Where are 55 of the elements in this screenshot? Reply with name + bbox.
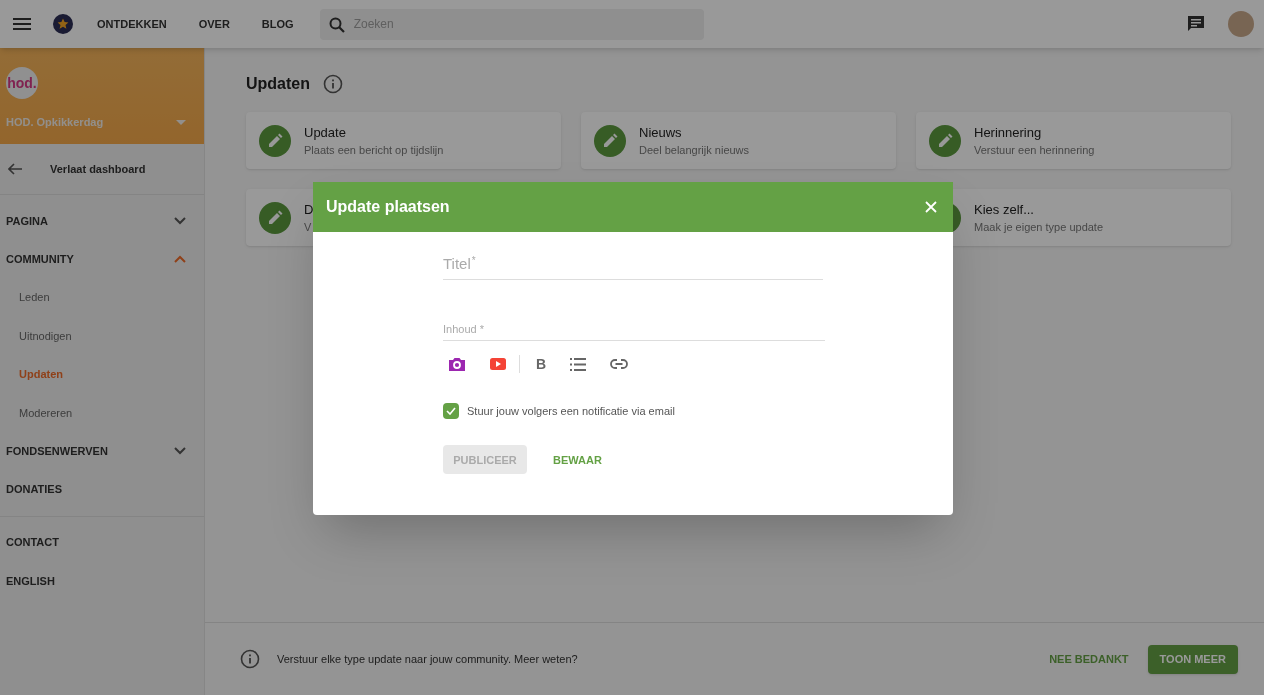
chat-icon[interactable] (1187, 15, 1205, 33)
back-arrow-icon (8, 163, 22, 175)
link-icon[interactable] (610, 359, 629, 369)
update-type-card[interactable]: Update Plaats een bericht op tijdslijn (246, 112, 561, 169)
chevron-down-icon (174, 447, 186, 455)
banner-text: Verstuur elke type update naar jouw community. Meer weten? (277, 651, 578, 667)
sidebar-item[interactable]: Uitnodigen (0, 316, 204, 355)
card-title: Herinnering (974, 123, 1043, 142)
show-more-button[interactable]: TOON MEER (1147, 644, 1238, 674)
sidebar-link[interactable]: ENGLISH (0, 562, 204, 601)
sidebar-section[interactable]: DONATIES (0, 470, 204, 508)
pencil-icon (259, 201, 291, 234)
nav-link[interactable]: ONTDEKKEN (97, 15, 167, 33)
sidebar-section[interactable]: FONDSENWERVEN (0, 432, 204, 470)
info-icon (240, 649, 260, 669)
sidebar-section[interactable]: COMMUNITY (0, 240, 204, 278)
chevron-down-icon (174, 217, 186, 225)
list-icon[interactable] (570, 357, 587, 371)
dialog-title: Update plaatsen (326, 197, 450, 217)
page-title: Updaten (246, 74, 310, 94)
menu-icon[interactable] (13, 18, 31, 30)
dropdown-icon (176, 119, 186, 125)
pencil-icon (929, 124, 961, 157)
sidebar-section[interactable]: PAGINA (0, 202, 204, 240)
sidebar-item[interactable]: Modereren (0, 393, 204, 432)
info-icon (323, 74, 343, 94)
update-type-card[interactable]: Nieuws Deel belangrijk nieuws (581, 112, 896, 169)
search-icon (328, 16, 345, 33)
star-logo-icon[interactable] (53, 14, 73, 34)
card-title: D (304, 200, 314, 219)
save-button[interactable]: BEWAAR (545, 443, 610, 476)
card-subtitle: Deel belangrijk nieuws (639, 143, 750, 158)
video-icon[interactable] (490, 357, 506, 371)
close-icon[interactable] (925, 201, 937, 213)
card-subtitle: Maak je eigen type update (974, 220, 1104, 235)
nav-link[interactable]: OVER (198, 15, 230, 33)
card-title: Update (304, 123, 347, 142)
card-subtitle: Plaats een bericht op tijdslijn (304, 143, 444, 158)
card-subtitle: V (304, 220, 313, 235)
card-subtitle: Verstuur een herinnering (974, 143, 1095, 158)
nav-link[interactable]: BLOG (261, 15, 294, 33)
camera-icon[interactable] (449, 357, 465, 371)
back-link[interactable]: Verlaat dashboard (0, 144, 204, 195)
bold-icon[interactable]: B (536, 353, 547, 375)
check-icon (446, 407, 456, 416)
pencil-icon (594, 124, 626, 157)
card-title: Nieuws (639, 123, 683, 142)
sidebar-link[interactable]: CONTACT (0, 523, 204, 562)
chevron-up-icon (174, 255, 186, 263)
update-type-card[interactable]: Herinnering Verstuur een herinnering (916, 112, 1231, 169)
pencil-icon (259, 124, 291, 157)
org-logo: hod. (6, 67, 38, 99)
sidebar-item[interactable]: Leden (0, 278, 204, 317)
notify-checkbox[interactable]: Stuur jouw volgers een notificatie via email (443, 403, 953, 420)
card-title: Kies zelf... (974, 200, 1035, 219)
